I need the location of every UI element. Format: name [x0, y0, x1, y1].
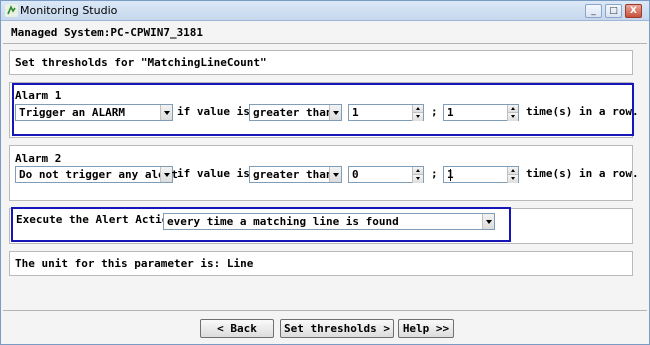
alarm1-value-spinner[interactable]: 1	[348, 104, 424, 121]
spinner-up-icon[interactable]	[507, 167, 518, 175]
content-area: Managed System:PC-CPWIN7_3181 Set thresh…	[3, 22, 647, 343]
alert-actions-mode-select[interactable]: every time a matching line is found	[163, 213, 495, 230]
alarm1-times-spinner[interactable]: 1	[443, 104, 519, 121]
back-button[interactable]: < Back	[200, 319, 274, 338]
help-button[interactable]: Help >>	[398, 319, 454, 338]
alarm2-action-value: Do not trigger any alert	[19, 168, 178, 181]
spinner-down-icon[interactable]	[507, 175, 518, 183]
alarm2-if-label: if value is	[177, 167, 250, 180]
alarm1-separator: ;	[431, 105, 438, 118]
alarm1-operator-value: greater than	[253, 106, 333, 119]
alarm2-title: Alarm 2	[15, 152, 62, 165]
text-caret	[450, 169, 451, 181]
spinner-down-icon[interactable]	[412, 175, 423, 183]
dropdown-arrow-icon[interactable]	[160, 167, 172, 182]
button-bar: < Back Set thresholds > Help >>	[3, 310, 647, 343]
alarm1-value: 1	[352, 106, 359, 119]
spinner-up-icon[interactable]	[507, 105, 518, 113]
window-title: Monitoring Studio	[20, 4, 118, 17]
app-icon	[5, 4, 18, 17]
alarm1-operator-select[interactable]: greater than	[249, 104, 342, 121]
maximize-button[interactable]: □	[605, 4, 622, 18]
alarm2-action-select[interactable]: Do not trigger any alert	[15, 166, 178, 183]
main-window: Monitoring Studio _ □ X Managed System:P…	[0, 0, 650, 345]
managed-system-label: Managed System:PC-CPWIN7_3181	[11, 26, 204, 39]
alarm2-times-spinner[interactable]: 1	[443, 166, 519, 183]
close-button[interactable]: X	[625, 4, 642, 18]
spinner-down-icon[interactable]	[412, 113, 423, 121]
spinner-up-icon[interactable]	[412, 105, 423, 113]
alarm2-separator: ;	[431, 167, 438, 180]
alarm2-value-spinner[interactable]: 0	[348, 166, 424, 183]
alarm2-suffix: time(s) in a row.	[526, 167, 639, 180]
alarm1-if-label: if value is	[177, 105, 250, 118]
spinner-down-icon[interactable]	[507, 113, 518, 121]
set-thresholds-button[interactable]: Set thresholds >	[280, 319, 394, 338]
unit-panel: The unit for this parameter is: Line	[9, 251, 633, 276]
thresholds-title-panel: Set thresholds for "MatchingLineCount"	[9, 50, 633, 75]
title-bar[interactable]: Monitoring Studio _ □ X	[1, 1, 649, 21]
minimize-button[interactable]: _	[585, 4, 602, 18]
alarm1-action-value: Trigger an ALARM	[19, 106, 125, 119]
dropdown-arrow-icon[interactable]	[329, 167, 341, 182]
alarm2-operator-value: greater than	[253, 168, 333, 181]
spinner-up-icon[interactable]	[412, 167, 423, 175]
alarm1-action-select[interactable]: Trigger an ALARM	[15, 104, 173, 121]
alarm1-suffix: time(s) in a row.	[526, 105, 639, 118]
alert-actions-mode-value: every time a matching line is found	[167, 215, 399, 228]
dropdown-arrow-icon[interactable]	[329, 105, 341, 120]
dropdown-arrow-icon[interactable]	[482, 214, 494, 229]
thresholds-title: Set thresholds for "MatchingLineCount"	[15, 56, 267, 69]
alarm1-times-value: 1	[447, 106, 454, 119]
alarm2-value: 0	[352, 168, 359, 181]
dropdown-arrow-icon[interactable]	[160, 105, 172, 120]
unit-text: The unit for this parameter is: Line	[15, 257, 254, 270]
alarm2-operator-select[interactable]: greater than	[249, 166, 342, 183]
header-divider	[3, 43, 647, 44]
alert-actions-label: Execute the Alert Actions	[16, 213, 182, 226]
